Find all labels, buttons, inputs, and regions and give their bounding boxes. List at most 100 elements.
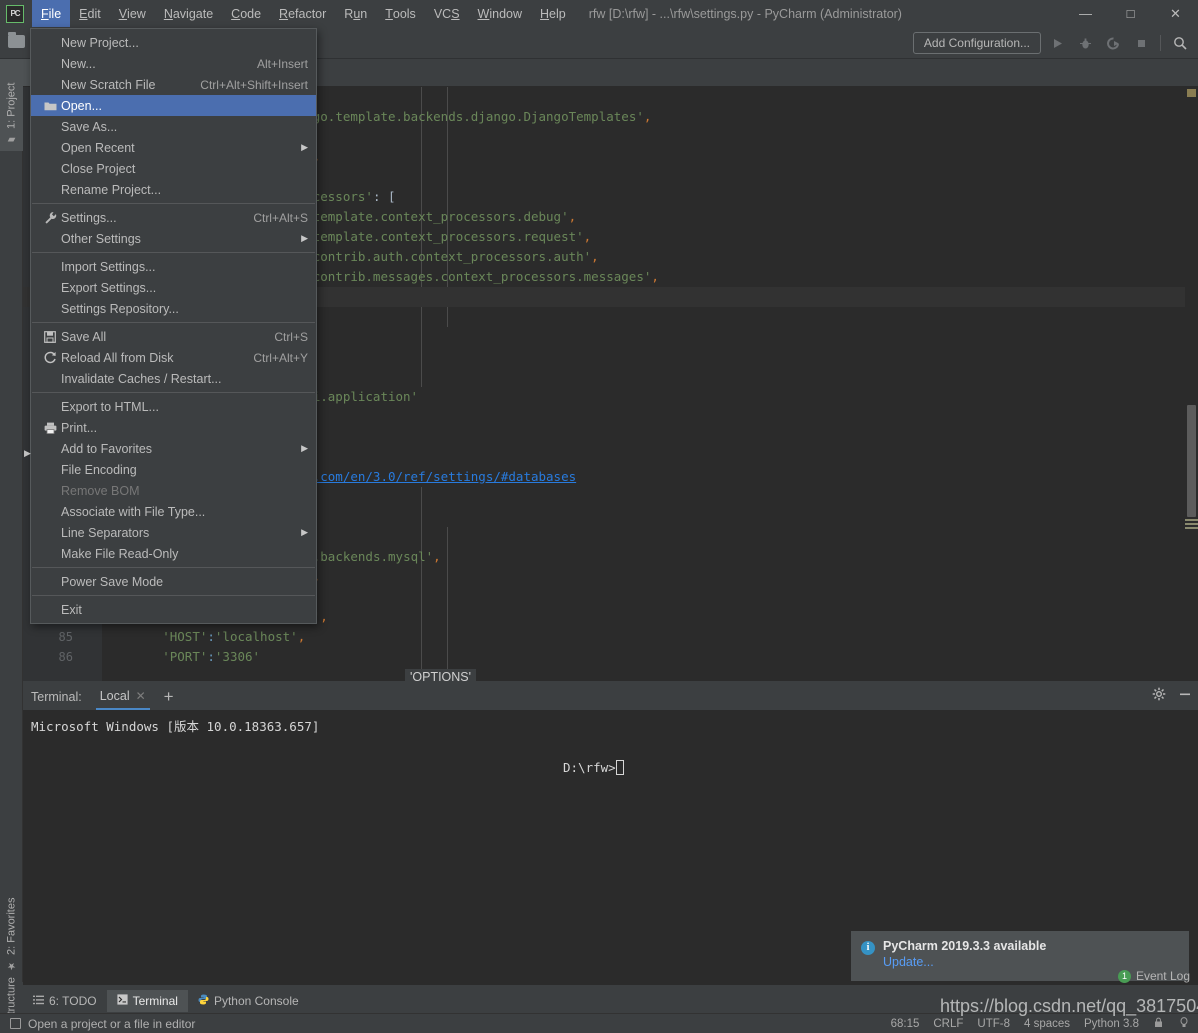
maximize-button[interactable]: □ [1108, 0, 1153, 27]
autocomplete-hint: 'OPTIONS' [405, 669, 477, 681]
stop-icon[interactable] [1129, 31, 1153, 55]
bottom-tab-python-console[interactable]: Python Console [188, 990, 309, 1012]
terminal-tab-label: Local [99, 688, 130, 703]
menu-item-new[interactable]: New... Alt+Insert [31, 53, 316, 74]
menu-item-file-encoding[interactable]: File Encoding [31, 459, 316, 480]
menu-item-open-recent[interactable]: Open Recent ▶ [31, 137, 316, 158]
run-icon[interactable] [1045, 31, 1069, 55]
file-encoding[interactable]: UTF-8 [977, 1018, 1010, 1030]
sidebar-tab-project[interactable]: ▰ 1: Project [0, 59, 23, 151]
window-controls: — □ ✕ [1063, 0, 1198, 27]
event-log-badge: 1 [1117, 969, 1131, 983]
code-line: 85 'HOST':'localhost', [23, 627, 1198, 647]
bottom-tab-label: Terminal [132, 994, 178, 1008]
menu-item-shortcut: Ctrl+Alt+S [253, 210, 308, 225]
inspection-icon[interactable] [1178, 1015, 1190, 1033]
open-folder-icon[interactable] [8, 31, 30, 51]
menu-item-export-settings[interactable]: Export Settings... [31, 277, 316, 298]
bottom-tab-label: Python Console [213, 994, 299, 1008]
menu-item-export-to-html[interactable]: Export to HTML... [31, 396, 316, 417]
editor-scrollbar[interactable] [1185, 87, 1198, 681]
scrollbar-thumb[interactable] [1187, 405, 1196, 517]
menu-navigate[interactable]: Navigate [155, 0, 222, 27]
menu-code[interactable]: Code [222, 0, 270, 27]
menu-item-label: Reload All from Disk [61, 350, 174, 365]
status-message: Open a project or a file in editor [28, 1016, 196, 1031]
menu-item-label: Exit [61, 602, 82, 617]
menu-refactor[interactable]: Refactor [270, 0, 335, 27]
status-message-group: Open a project or a file in editor [10, 1017, 195, 1031]
terminal-tab-local[interactable]: Local ✕ [95, 683, 150, 710]
menu-item-exit[interactable]: Exit [31, 599, 316, 620]
menu-item-settings[interactable]: Settings... Ctrl+Alt+S [31, 207, 316, 228]
menu-item-remove-bom: Remove BOM [31, 480, 316, 501]
caret-position[interactable]: 68:15 [891, 1018, 920, 1030]
menu-item-associate-with-file-type[interactable]: Associate with File Type... [31, 501, 316, 522]
menu-item-other-settings[interactable]: Other Settings ▶ [31, 228, 316, 249]
menu-item-label: Remove BOM [61, 483, 140, 498]
menu-separator [32, 392, 315, 393]
toolbar-right-group: Add Configuration... [912, 27, 1192, 59]
menu-view[interactable]: View [110, 0, 155, 27]
menu-item-make-file-read-only[interactable]: Make File Read-Only [31, 543, 316, 564]
new-terminal-button[interactable]: + [164, 688, 174, 705]
menu-item-settings-repository[interactable]: Settings Repository... [31, 298, 316, 319]
menu-item-line-separators[interactable]: Line Separators ▶ [31, 522, 316, 543]
menu-item-close-project[interactable]: Close Project [31, 158, 316, 179]
menu-item-add-to-favorites[interactable]: Add to Favorites ▶ [31, 438, 316, 459]
search-everywhere-icon[interactable] [1168, 31, 1192, 55]
event-log-group[interactable]: 1 Event Log [1117, 965, 1190, 987]
menu-item-new-scratch-file[interactable]: New Scratch File Ctrl+Alt+Shift+Insert [31, 74, 316, 95]
notification-update-link[interactable]: Update... [883, 955, 1046, 969]
lock-icon[interactable] [1153, 1015, 1164, 1033]
window-title: rfw [D:\rfw] - ...\rfw\settings.py - PyC… [588, 6, 902, 21]
debug-icon[interactable] [1073, 31, 1097, 55]
menu-item-label: Open Recent [61, 140, 135, 155]
menu-vcs[interactable]: VC S [425, 0, 469, 27]
settings-gear-icon[interactable] [1152, 687, 1166, 706]
submenu-arrow-icon: ▶ [301, 142, 308, 152]
run-with-coverage-icon[interactable] [1101, 31, 1125, 55]
bottom-tab-terminal[interactable]: Terminal [106, 990, 188, 1012]
menu-item-shortcut: Ctrl+Alt+Shift+Insert [200, 77, 308, 92]
scrollbar-marker[interactable] [1187, 89, 1196, 97]
terminal-output-line: Microsoft Windows [版本 10.0.18363.657] [31, 719, 320, 734]
line-separator[interactable]: CRLF [933, 1018, 963, 1030]
menu-item-save-as[interactable]: Save As... [31, 116, 316, 137]
menu-item-new-project[interactable]: New Project... [31, 32, 316, 53]
menu-item-label: Add to Favorites [61, 441, 153, 456]
menu-item-label: Power Save Mode [61, 574, 164, 589]
title-bar: PC File Edit View Navigate Code Refactor Ru n To… [0, 0, 1198, 27]
menu-item-open[interactable]: Open... [31, 95, 316, 116]
minimize-button[interactable]: — [1063, 0, 1108, 27]
menu-item-reload-all-from-disk[interactable]: Reload All from Disk Ctrl+Alt+Y [31, 347, 316, 368]
menu-window[interactable]: Window [469, 0, 531, 27]
menu-tools[interactable]: Tools [376, 0, 425, 27]
bottom-tab-6-todo[interactable]: 6: TODO [23, 990, 107, 1012]
close-icon[interactable]: ✕ [136, 689, 146, 703]
menu-item-import-settings[interactable]: Import Settings... [31, 256, 316, 277]
status-right-group: 68:15 CRLF UTF-8 4 spaces Python 3.8 [891, 1015, 1190, 1033]
indent-setting[interactable]: 4 spaces [1024, 1018, 1070, 1030]
menu-item-save-all[interactable]: Save All Ctrl+S [31, 326, 316, 347]
file-menu-dropdown[interactable]: New Project... New... Alt+Insert New Scratc… [30, 28, 317, 624]
menu-item-shortcut: Alt+Insert [256, 56, 308, 71]
menu-help[interactable]: Help [531, 0, 575, 27]
menu-item-rename-project[interactable]: Rename Project... [31, 179, 316, 200]
event-log-label[interactable]: Event Log [1136, 969, 1190, 983]
python-interpreter[interactable]: Python 3.8 [1084, 1018, 1139, 1030]
menu-item-invalidate-caches-restart[interactable]: Invalidate Caches / Restart... [31, 368, 316, 389]
pycharm-window: PC File Edit View Navigate Code Refactor Ru n To… [0, 0, 1198, 1033]
menu-run[interactable]: Run [335, 0, 376, 27]
wrench-icon [39, 211, 61, 224]
close-button[interactable]: ✕ [1153, 0, 1198, 27]
sidebar-tab-favorites[interactable]: ★ 2: Favorites [0, 877, 23, 977]
hide-panel-icon[interactable] [1178, 687, 1192, 706]
menu-file[interactable]: File [32, 0, 71, 27]
menu-item-print[interactable]: Print... [31, 417, 316, 438]
add-configuration-button[interactable]: Add Configuration... [912, 32, 1041, 54]
printer-icon [39, 422, 61, 434]
menu-item-power-save-mode[interactable]: Power Save Mode [31, 571, 316, 592]
menu-edit[interactable]: Edit [70, 0, 110, 27]
menu-bar[interactable]: File Edit View Navigate Code Refactor Ru n Tools… [32, 0, 575, 27]
